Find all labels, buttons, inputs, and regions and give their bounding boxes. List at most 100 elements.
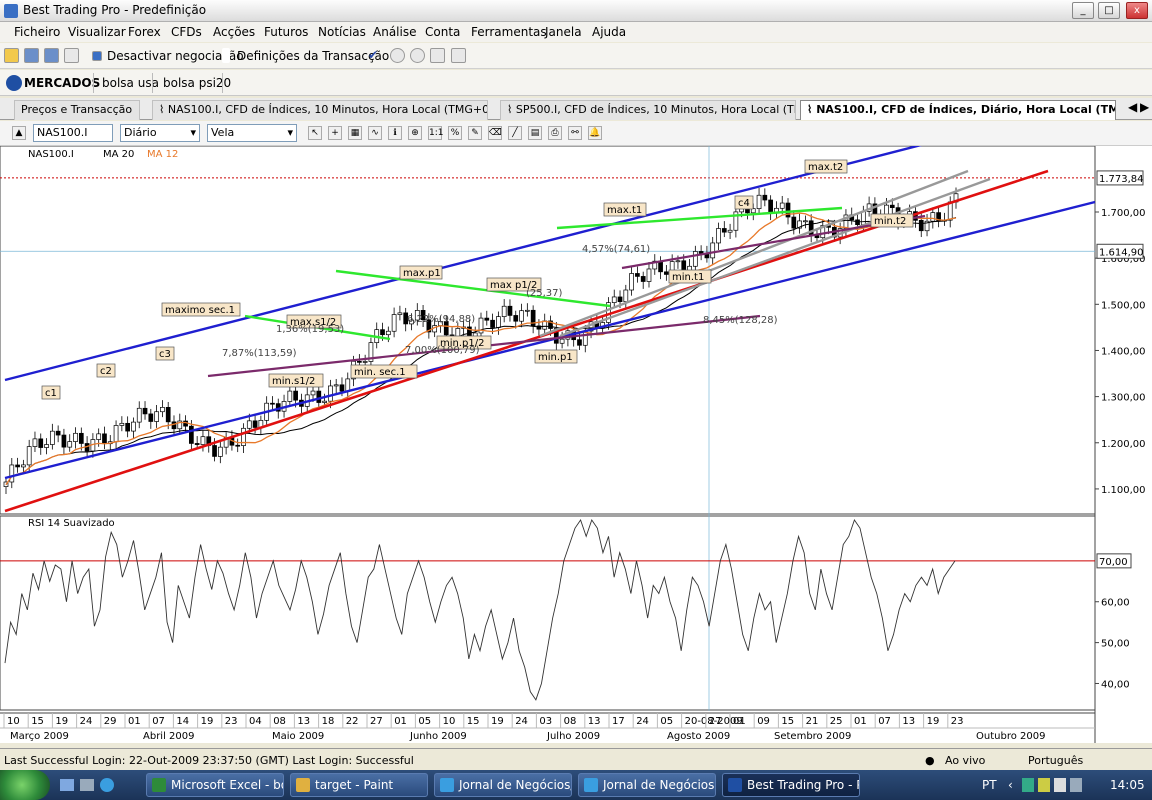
quicklaunch-window-icon[interactable]	[80, 779, 94, 791]
status-bar: Last Successful Login: 22-Out-2009 23:37…	[0, 748, 1152, 770]
line-icon[interactable]: ╱	[508, 126, 522, 140]
menu-ajuda[interactable]: Ajuda	[592, 25, 626, 39]
legend-symbol[interactable]: NAS100.I	[28, 149, 74, 160]
grid-icon[interactable]: ▦	[348, 126, 362, 140]
candle-body	[32, 438, 38, 447]
eraser-icon[interactable]: ⌫	[488, 126, 502, 140]
rsi-tick-label: 50,00	[1101, 639, 1130, 650]
data-icon[interactable]: ▤	[528, 126, 542, 140]
close-button[interactable]: x	[1126, 2, 1148, 19]
day-tick-label: 09	[757, 716, 770, 727]
rsi-title[interactable]: RSI 14 Suavizado	[28, 518, 115, 529]
menu-noticias[interactable]: Notícias	[318, 25, 366, 39]
day-tick-label: 22	[346, 716, 359, 727]
menu-ferramentas[interactable]: Ferramentas	[471, 25, 547, 39]
period-select[interactable]: Diário ▾	[120, 124, 200, 142]
wave-icon[interactable]: ∿	[368, 126, 382, 140]
print-icon[interactable]: ⎙	[548, 126, 562, 140]
tray-speaker-icon[interactable]	[1054, 778, 1066, 792]
chart-type-select[interactable]: Vela ▾	[207, 124, 297, 142]
window-title: Best Trading Pro - Predefinição	[23, 3, 207, 17]
transaction-settings[interactable]: Definições da Transacção	[237, 49, 389, 63]
tab-nas100-10min[interactable]: ⌇ NAS100.I, CFD de Índices, 10 Minutos, …	[152, 100, 488, 120]
tray-lang[interactable]: PT	[982, 778, 997, 792]
forward-icon[interactable]	[410, 48, 425, 63]
save-icon[interactable]	[24, 48, 39, 63]
month-label: Abril 2009	[143, 731, 194, 742]
annotation-label: max.t2	[808, 162, 843, 173]
crosshair-icon[interactable]: +	[328, 126, 342, 140]
quicklaunch-ie-icon[interactable]	[100, 778, 114, 792]
workspace-tab-bolsa-usa[interactable]: bolsa usa	[102, 76, 159, 90]
menu-futuros[interactable]: Futuros	[264, 25, 308, 39]
candle-body	[15, 464, 20, 468]
tab-sp500-10min[interactable]: ⌇ SP500.I, CFD de Índices, 10 Minutos, H…	[500, 100, 796, 120]
y-tick-label: 1.500,00	[1101, 300, 1146, 311]
tab-precos[interactable]: Preços e Transacção	[14, 100, 140, 120]
task-best-trading[interactable]: Best Trading Pro - P...	[722, 773, 860, 797]
tab-scroll-left-icon[interactable]: ◀	[1128, 100, 1137, 114]
tab-label: NAS100.I, CFD de Índices, 10 Minutos, Ho…	[167, 103, 488, 116]
start-button[interactable]	[0, 770, 50, 800]
brand-icon	[6, 75, 22, 91]
tab-scroll-right-icon[interactable]: ▶	[1140, 100, 1149, 114]
candle-body	[698, 251, 704, 254]
refresh-icon[interactable]	[451, 48, 466, 63]
menu-bar: Ficheiro Visualizar Forex CFDs Acções Fu…	[0, 22, 1152, 42]
cursor-icon[interactable]: ↖	[308, 126, 322, 140]
legend-ma12[interactable]: MA 12	[147, 149, 178, 160]
menu-janela[interactable]: Janela	[545, 25, 582, 39]
workspace-tab-bolsa-psi20[interactable]: bolsa psi20	[163, 76, 231, 90]
menu-cfds[interactable]: CFDs	[171, 25, 202, 39]
menu-ficheiro[interactable]: Ficheiro	[14, 25, 60, 39]
tray-expand-icon[interactable]: ‹	[1008, 778, 1013, 792]
tray-network-icon[interactable]	[1022, 778, 1034, 792]
check-icon[interactable]: ✔	[368, 48, 383, 63]
open-icon[interactable]	[4, 48, 19, 63]
task-jornal-2[interactable]: Jornal de Negócios ...	[578, 773, 716, 797]
quicklaunch-desktop-icon[interactable]	[60, 779, 74, 791]
candle-body	[635, 273, 640, 277]
back-icon[interactable]	[390, 48, 405, 63]
chart-area[interactable]: 1.100,00 1.200,00 1.300,00 1.400,00 1.500,00…	[0, 146, 1152, 743]
maximize-button[interactable]: □	[1098, 2, 1120, 19]
minimize-button[interactable]: _	[1072, 2, 1094, 19]
home-icon[interactable]	[430, 48, 445, 63]
y-tick-label: 1.700,00	[1101, 208, 1146, 219]
legend-ma20[interactable]: MA 20	[103, 149, 134, 160]
info-icon[interactable]: ℹ	[388, 126, 402, 140]
menu-accoes[interactable]: Acções	[213, 25, 255, 39]
print-icon[interactable]	[64, 48, 79, 63]
link-icon[interactable]: ⚯	[568, 126, 582, 140]
day-tick-label: 10	[443, 716, 456, 727]
menu-analise[interactable]: Análise	[373, 25, 416, 39]
month-label: Julho 2009	[546, 731, 600, 742]
zoom-icon[interactable]: ⊕	[408, 126, 422, 140]
save-as-icon[interactable]	[44, 48, 59, 63]
tray-flag-icon[interactable]	[1038, 778, 1050, 792]
task-jornal-1[interactable]: Jornal de Negócios/...	[434, 773, 572, 797]
tray-monitor-icon[interactable]	[1070, 778, 1082, 792]
tab-nas100-daily[interactable]: ⌇ NAS100.I, CFD de Índices, Diário, Hora…	[800, 100, 1116, 120]
bell-icon[interactable]: 🔔	[588, 126, 602, 140]
candle-body	[727, 229, 733, 233]
workspace-bar: MERCADOS bolsa usa bolsa psi20	[0, 70, 1152, 96]
percent-icon[interactable]: %	[448, 126, 462, 140]
menu-visualizar[interactable]: Visualizar	[68, 25, 126, 39]
candle-body	[918, 219, 924, 232]
collapse-icon[interactable]: ▲	[12, 126, 26, 140]
task-paint[interactable]: target - Paint	[290, 773, 428, 797]
brand-label[interactable]: MERCADOS	[24, 76, 100, 90]
deactivate-icon[interactable]	[92, 51, 102, 61]
candle-body	[55, 430, 61, 436]
task-excel[interactable]: Microsoft Excel - bo...	[146, 773, 284, 797]
settings-icon[interactable]	[222, 48, 230, 63]
one-to-one-icon[interactable]: 1:1	[428, 126, 443, 140]
pencil-icon[interactable]: ✎	[468, 126, 482, 140]
menu-forex[interactable]: Forex	[128, 25, 161, 39]
symbol-input[interactable]: NAS100.I	[33, 124, 113, 142]
period-value: Diário	[124, 126, 157, 139]
candle-body	[814, 235, 820, 239]
chart-svg[interactable]: 1.100,00 1.200,00 1.300,00 1.400,00 1.500,00…	[0, 146, 1152, 743]
menu-conta[interactable]: Conta	[425, 25, 460, 39]
